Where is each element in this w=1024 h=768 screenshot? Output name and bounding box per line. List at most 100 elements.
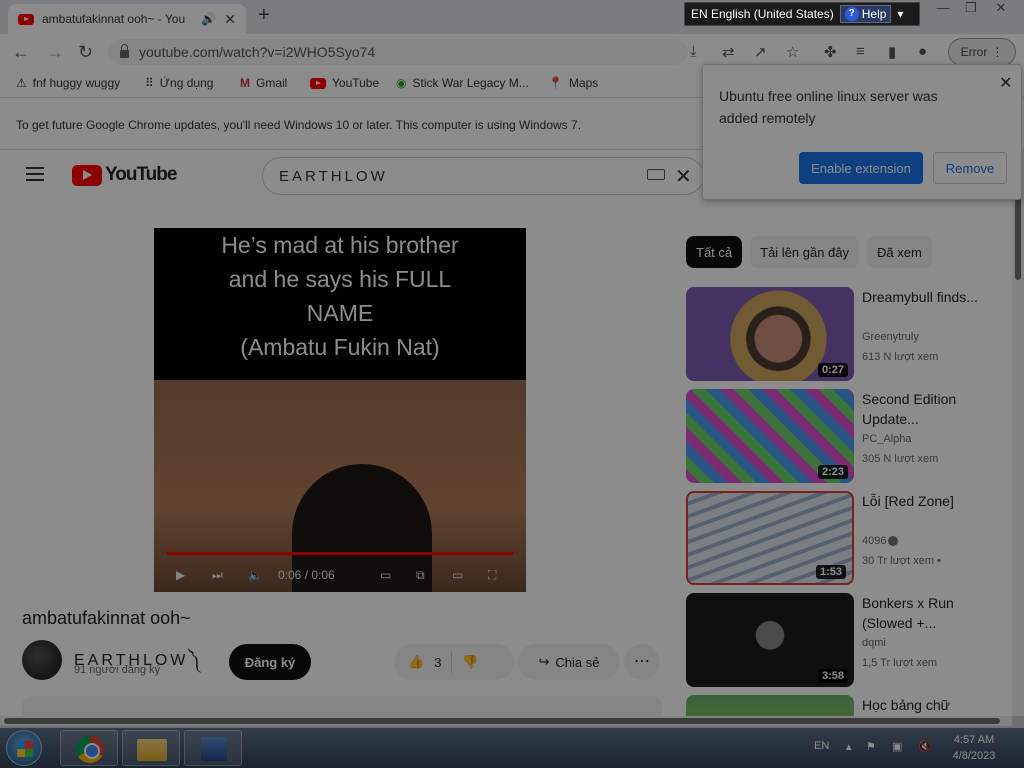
speaker-icon[interactable]: 🔊 (201, 12, 216, 26)
channel-avatar[interactable] (22, 640, 62, 680)
tray-expand-icon[interactable]: ▴ (846, 740, 852, 753)
dislike-icon[interactable]: 👎 (462, 654, 478, 670)
tray-volume-muted-icon[interactable]: 🔇 (918, 740, 932, 753)
forward-icon[interactable]: → (46, 42, 64, 63)
reload-icon[interactable]: ↻ (78, 42, 93, 63)
subscriber-count: 91 người đăng ký (74, 664, 161, 676)
subtitles-icon[interactable]: ▭ (380, 568, 391, 582)
rec-thumbnail[interactable]: 0:27 (686, 287, 854, 381)
start-button[interactable] (6, 730, 42, 766)
help-button[interactable]: ? Help (839, 5, 892, 23)
chip-all[interactable]: Tất cả (686, 236, 743, 268)
bookmark-item[interactable]: 📍 Maps (548, 76, 598, 90)
rec-title[interactable]: Lỗi [Red Zone] (862, 491, 1002, 511)
youtube-logo[interactable]: YouTube (72, 164, 177, 186)
subscribe-button[interactable]: Đăng ký (229, 644, 311, 680)
taskbar-clock[interactable]: 4:57 AM 4/8/2023 (944, 732, 1004, 764)
like-icon[interactable]: 👍 (408, 654, 424, 670)
tray-flag-icon[interactable]: ⚑ (866, 740, 876, 753)
extension-popup: Ubuntu free online linux server was adde… (702, 64, 1022, 200)
progress-bar[interactable] (166, 552, 514, 555)
share-button[interactable]: ↪ Chia sẻ (518, 644, 620, 680)
rec-item[interactable]: 1:53 Lỗi [Red Zone] 4096 30 Tr lượt xem … (686, 491, 1006, 585)
rec-title[interactable]: Bonkers x Run (Slowed +... (862, 593, 1002, 633)
scroll-thumb[interactable] (1015, 190, 1021, 280)
rec-channel[interactable]: dqmi (862, 637, 886, 649)
new-tab-icon[interactable]: + (258, 4, 270, 27)
volume-icon[interactable]: 🔈 (248, 568, 263, 582)
maps-pin-icon: 📍 (548, 76, 563, 90)
help-label: Help (861, 7, 887, 21)
play-icon[interactable]: ▶ (176, 568, 185, 582)
rec-item[interactable]: Học bảng chữ (686, 695, 1006, 716)
taskbar-chrome[interactable] (60, 730, 118, 766)
bookmark-star-icon[interactable]: ☆ (786, 43, 799, 61)
rec-channel[interactable]: Greenytruly (862, 331, 919, 343)
restore-icon[interactable]: ❐ (956, 0, 986, 18)
download-icon[interactable]: ⤓ (690, 43, 697, 60)
taskbar-explorer[interactable] (122, 730, 180, 766)
video-player[interactable]: He’s mad at his brother and he says his … (154, 228, 526, 592)
rec-item[interactable]: 0:27 Dreamybull finds... Greenytruly 613… (686, 287, 1006, 381)
chip-recent-uploads[interactable]: Tải lên gần đây (750, 236, 860, 268)
bookmark-label: Gmail (256, 76, 288, 90)
bookmark-item[interactable]: ◉ Stick War Legacy M... (396, 76, 529, 90)
share-icon[interactable]: ↗ (754, 43, 767, 61)
fullscreen-icon[interactable]: ⛶ (488, 568, 496, 583)
rec-duration: 0:27 (817, 363, 848, 377)
horizontal-scrollbar[interactable] (0, 716, 1012, 726)
tray-language[interactable]: EN (814, 740, 829, 752)
close-tab-icon[interactable]: ✕ (224, 11, 236, 28)
video-caption: He’s mad at his brother and he says his … (154, 228, 526, 378)
keyboard-icon[interactable] (647, 169, 665, 180)
kebab-menu-icon[interactable]: ⋮ (991, 45, 1003, 59)
enable-extension-button[interactable]: Enable extension (799, 152, 923, 184)
warning-icon: ⚠ (16, 76, 27, 90)
description-box[interactable] (22, 696, 662, 716)
extensions-icon[interactable]: ✤ (824, 43, 837, 61)
bookmark-item[interactable]: M Gmail (240, 76, 287, 90)
back-icon[interactable]: ← (12, 42, 30, 63)
chip-watched[interactable]: Đã xem (867, 236, 932, 268)
miniplayer-icon[interactable]: ⧉ (416, 568, 425, 583)
language-label[interactable]: EN English (United States) (691, 7, 834, 21)
profile-error-button[interactable]: Error ⋮ (948, 38, 1016, 66)
rec-title[interactable]: Second Edition Update... (862, 389, 1002, 429)
close-popup-icon[interactable]: ✕ (999, 73, 1012, 93)
next-icon[interactable]: ⏭ (212, 568, 223, 583)
rec-channel[interactable]: PC_Alpha (862, 433, 912, 445)
media-control-icon[interactable]: ≡ (856, 43, 865, 60)
profile-avatar-icon[interactable]: ● (918, 43, 927, 60)
rec-title[interactable]: Dreamybull finds... (862, 287, 1002, 307)
browser-tab[interactable]: ambatufakinnat ooh~ - You 🔊 ✕ (8, 4, 246, 34)
side-panel-icon[interactable]: ▮ (888, 43, 896, 61)
close-window-icon[interactable]: ✕ (986, 0, 1016, 18)
rec-thumbnail[interactable]: 1:53 (686, 491, 854, 585)
menu-hamburger-icon[interactable] (26, 167, 44, 181)
theater-icon[interactable]: ▭ (452, 568, 463, 582)
clear-search-icon[interactable]: ✕ (675, 164, 695, 189)
vertical-scrollbar[interactable] (1012, 150, 1024, 716)
langbar-options-icon[interactable]: ▾ (897, 7, 903, 21)
rec-title[interactable]: Học bảng chữ (862, 695, 1002, 715)
taskbar-remote-desktop[interactable] (184, 730, 242, 766)
rec-item[interactable]: 2:23 Second Edition Update... PC_Alpha 3… (686, 389, 1006, 483)
bookmark-item[interactable]: ⠿ Ứng dụng (145, 76, 213, 90)
minimize-icon[interactable]: — (928, 0, 958, 18)
rec-item[interactable]: 3:58 Bonkers x Run (Slowed +... dqmi 1,5… (686, 593, 1006, 687)
bookmark-label: Maps (568, 76, 599, 90)
rec-thumbnail[interactable]: 3:58 (686, 593, 854, 687)
rec-views: 305 N lượt xem (862, 453, 939, 465)
rec-thumbnail[interactable] (686, 695, 854, 716)
bookmark-item[interactable]: YouTube (310, 76, 379, 90)
rec-thumbnail[interactable]: 2:23 (686, 389, 854, 483)
search-input[interactable]: EARTHLOW ✕ (262, 157, 704, 195)
scroll-thumb[interactable] (4, 718, 1000, 724)
more-actions-icon[interactable]: ⋯ (624, 644, 660, 680)
bookmark-item[interactable]: ⚠ fnf huggy wuggy (16, 76, 120, 90)
remove-button[interactable]: Remove (933, 152, 1007, 184)
address-bar[interactable]: youtube.com/watch?v=i2WHO5Syo74 (108, 39, 688, 65)
rec-channel[interactable]: 4096 (862, 535, 899, 547)
tray-network-icon[interactable]: ▣ (892, 740, 902, 753)
translate-icon[interactable]: ⇄ (722, 43, 735, 61)
